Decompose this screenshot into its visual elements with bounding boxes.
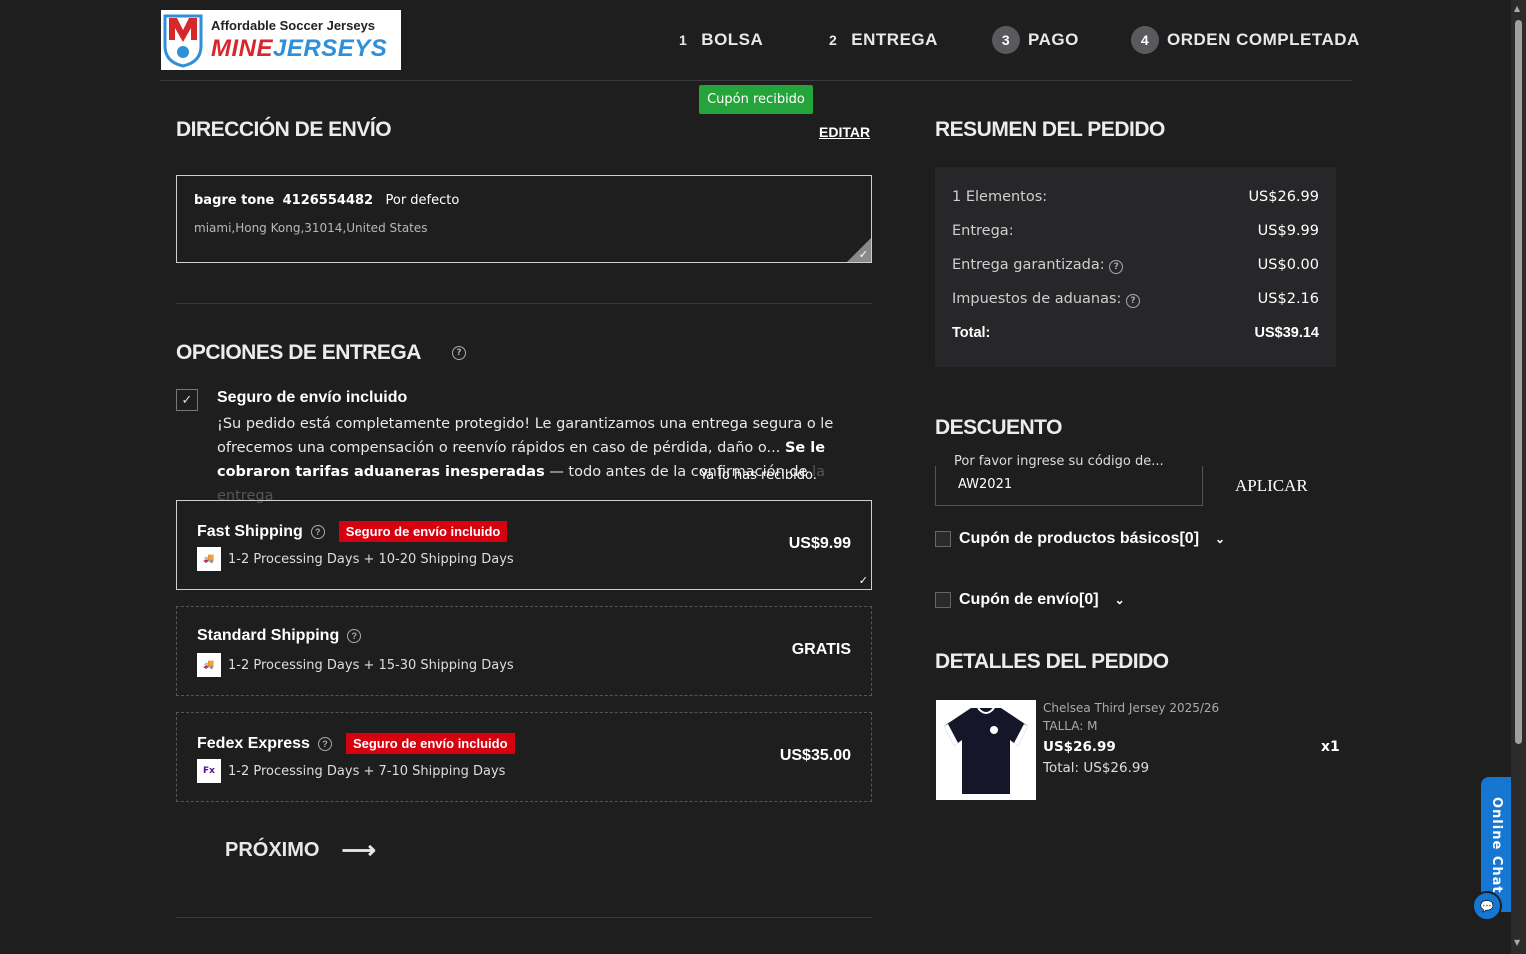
- order-details-title: DETALLES DEL PEDIDO: [935, 650, 1169, 673]
- shipping-option-desc: 1-2 Processing Days + 15-30 Shipping Day…: [228, 657, 514, 673]
- address-line: miami,Hong Kong,31014,United States: [194, 221, 428, 235]
- step-bolsa[interactable]: 1 BOLSA: [679, 28, 763, 52]
- scroll-down-icon[interactable]: ▼: [1514, 938, 1520, 947]
- product-image[interactable]: [936, 700, 1036, 800]
- shipping-option-price: US$35.00: [779, 747, 851, 764]
- help-icon[interactable]: ?: [310, 524, 325, 539]
- help-icon[interactable]: ?: [452, 346, 466, 360]
- step-orden-completada[interactable]: 4 ORDEN COMPLETADA: [1131, 26, 1360, 54]
- logo-brand: MINEJERSEYS: [211, 35, 388, 62]
- insurance-title: Seguro de envío incluido: [217, 389, 408, 406]
- product-quantity: x1: [1321, 739, 1340, 755]
- shipping-option-price: GRATIS: [791, 641, 851, 658]
- summary-row-total: Total: US$39.14: [952, 325, 1319, 341]
- jersey-image: [944, 707, 1028, 794]
- edit-address-link[interactable]: EDITAR: [819, 124, 870, 140]
- product-name[interactable]: Chelsea Third Jersey 2025/26: [1043, 701, 1219, 715]
- address-card[interactable]: bagre tone 4126554482 Por defecto miami,…: [176, 175, 872, 263]
- coupon-shipping-toggle[interactable]: Cupón de envío[0] ⌄: [935, 591, 1125, 609]
- coupon-products-toggle[interactable]: Cupón de productos básicos[0] ⌄: [935, 530, 1225, 548]
- logo-tagline: Affordable Soccer Jerseys: [211, 18, 376, 33]
- product-size: TALLA: M: [1043, 719, 1098, 733]
- product-total: Total: US$26.99: [1043, 760, 1150, 776]
- shield-logo-icon: [163, 14, 203, 68]
- shipping-option-standard[interactable]: Standard Shipping? 🚚 1-2 Processing Days …: [176, 606, 872, 696]
- coupon-shipping-checkbox[interactable]: [935, 592, 951, 608]
- help-icon[interactable]: ?: [347, 629, 362, 643]
- coupon-products-checkbox[interactable]: [935, 531, 951, 547]
- insurance-description: ¡Su pedido está completamente protegido!…: [217, 416, 834, 504]
- summary-row-delivery: Entrega: US$9.99: [952, 223, 1319, 239]
- help-icon[interactable]: ?: [317, 736, 332, 751]
- shipping-option-name: Fedex Express: [197, 734, 310, 752]
- chevron-down-icon: ⌄: [1114, 593, 1125, 607]
- chevron-down-icon: ⌄: [1215, 532, 1226, 546]
- order-summary-title: RESUMEN DEL PEDIDO: [935, 118, 1165, 141]
- next-button[interactable]: PRÓXIMO ⟶: [225, 836, 376, 865]
- delivery-options-title: OPCIONES DE ENTREGA: [176, 341, 421, 364]
- truck-icon: 🚚: [197, 653, 221, 677]
- shipping-option-fedex[interactable]: Fedex Express? Seguro de envío incluido F…: [176, 712, 872, 802]
- discount-title: DESCUENTO: [935, 416, 1062, 439]
- header-divider: [160, 80, 1352, 81]
- summary-row-customs: Impuestos de aduanas: ? US$2.16: [952, 291, 1319, 308]
- coupon-input-value: AW2021: [958, 477, 1013, 492]
- arrow-right-icon: ⟶: [341, 837, 376, 864]
- shipping-option-price: US$9.99: [788, 535, 851, 552]
- site-logo[interactable]: Affordable Soccer Jerseys MINEJERSEYS: [161, 10, 401, 70]
- insurance-checkbox[interactable]: ✓: [176, 389, 198, 411]
- help-icon[interactable]: ?: [1109, 260, 1124, 274]
- coupon-input-label: Por favor ingrese su código de...: [950, 454, 1168, 469]
- scrollbar-thumb[interactable]: [1515, 20, 1522, 744]
- shipping-option-desc: 1-2 Processing Days + 7-10 Shipping Days: [228, 763, 506, 779]
- truck-fast-icon: 🚚: [197, 547, 221, 571]
- order-summary-box: 1 Elementos: US$26.99 Entrega: US$9.99 Ent…: [935, 167, 1336, 367]
- coupon-toast: Cupón recibido: [699, 85, 813, 114]
- summary-row-items: 1 Elementos: US$26.99: [952, 189, 1319, 205]
- insurance-badge: Seguro de envío incluido: [345, 733, 515, 754]
- section-divider: [176, 303, 872, 304]
- help-icon[interactable]: ?: [1126, 294, 1141, 308]
- received-note: Ya lo has recibido.: [700, 468, 817, 483]
- step-entrega[interactable]: 2 ENTREGA: [829, 28, 938, 52]
- address-name-line: bagre tone 4126554482 Por defecto: [194, 193, 460, 208]
- check-icon: ✓: [858, 574, 868, 587]
- check-icon: ✓: [181, 392, 193, 408]
- insurance-badge: Seguro de envío incluido: [338, 521, 508, 542]
- step-pago[interactable]: 3 PAGO: [992, 26, 1079, 54]
- shipping-option-name: Fast Shipping: [197, 522, 303, 540]
- apply-coupon-button[interactable]: APLICAR: [1235, 476, 1308, 496]
- check-icon: ✓: [858, 248, 868, 261]
- shipping-address-title: DIRECCIÓN DE ENVÍO: [176, 118, 392, 141]
- scroll-up-icon[interactable]: ▲: [1514, 4, 1520, 13]
- summary-row-guaranteed: Entrega garantizada: ? US$0.00: [952, 257, 1319, 274]
- shipping-option-desc: 1-2 Processing Days + 10-20 Shipping Day…: [228, 551, 514, 567]
- scrollbar[interactable]: ▲ ▼: [1511, 0, 1526, 954]
- shipping-option-fast[interactable]: Fast Shipping? Seguro de envío incluido 🚚…: [176, 500, 872, 590]
- chat-bubble-icon[interactable]: 💬: [1472, 891, 1502, 921]
- fedex-icon: Fx: [197, 759, 221, 783]
- section-divider: [176, 917, 872, 918]
- shipping-option-name: Standard Shipping: [197, 627, 340, 644]
- product-price: US$26.99: [1043, 739, 1116, 755]
